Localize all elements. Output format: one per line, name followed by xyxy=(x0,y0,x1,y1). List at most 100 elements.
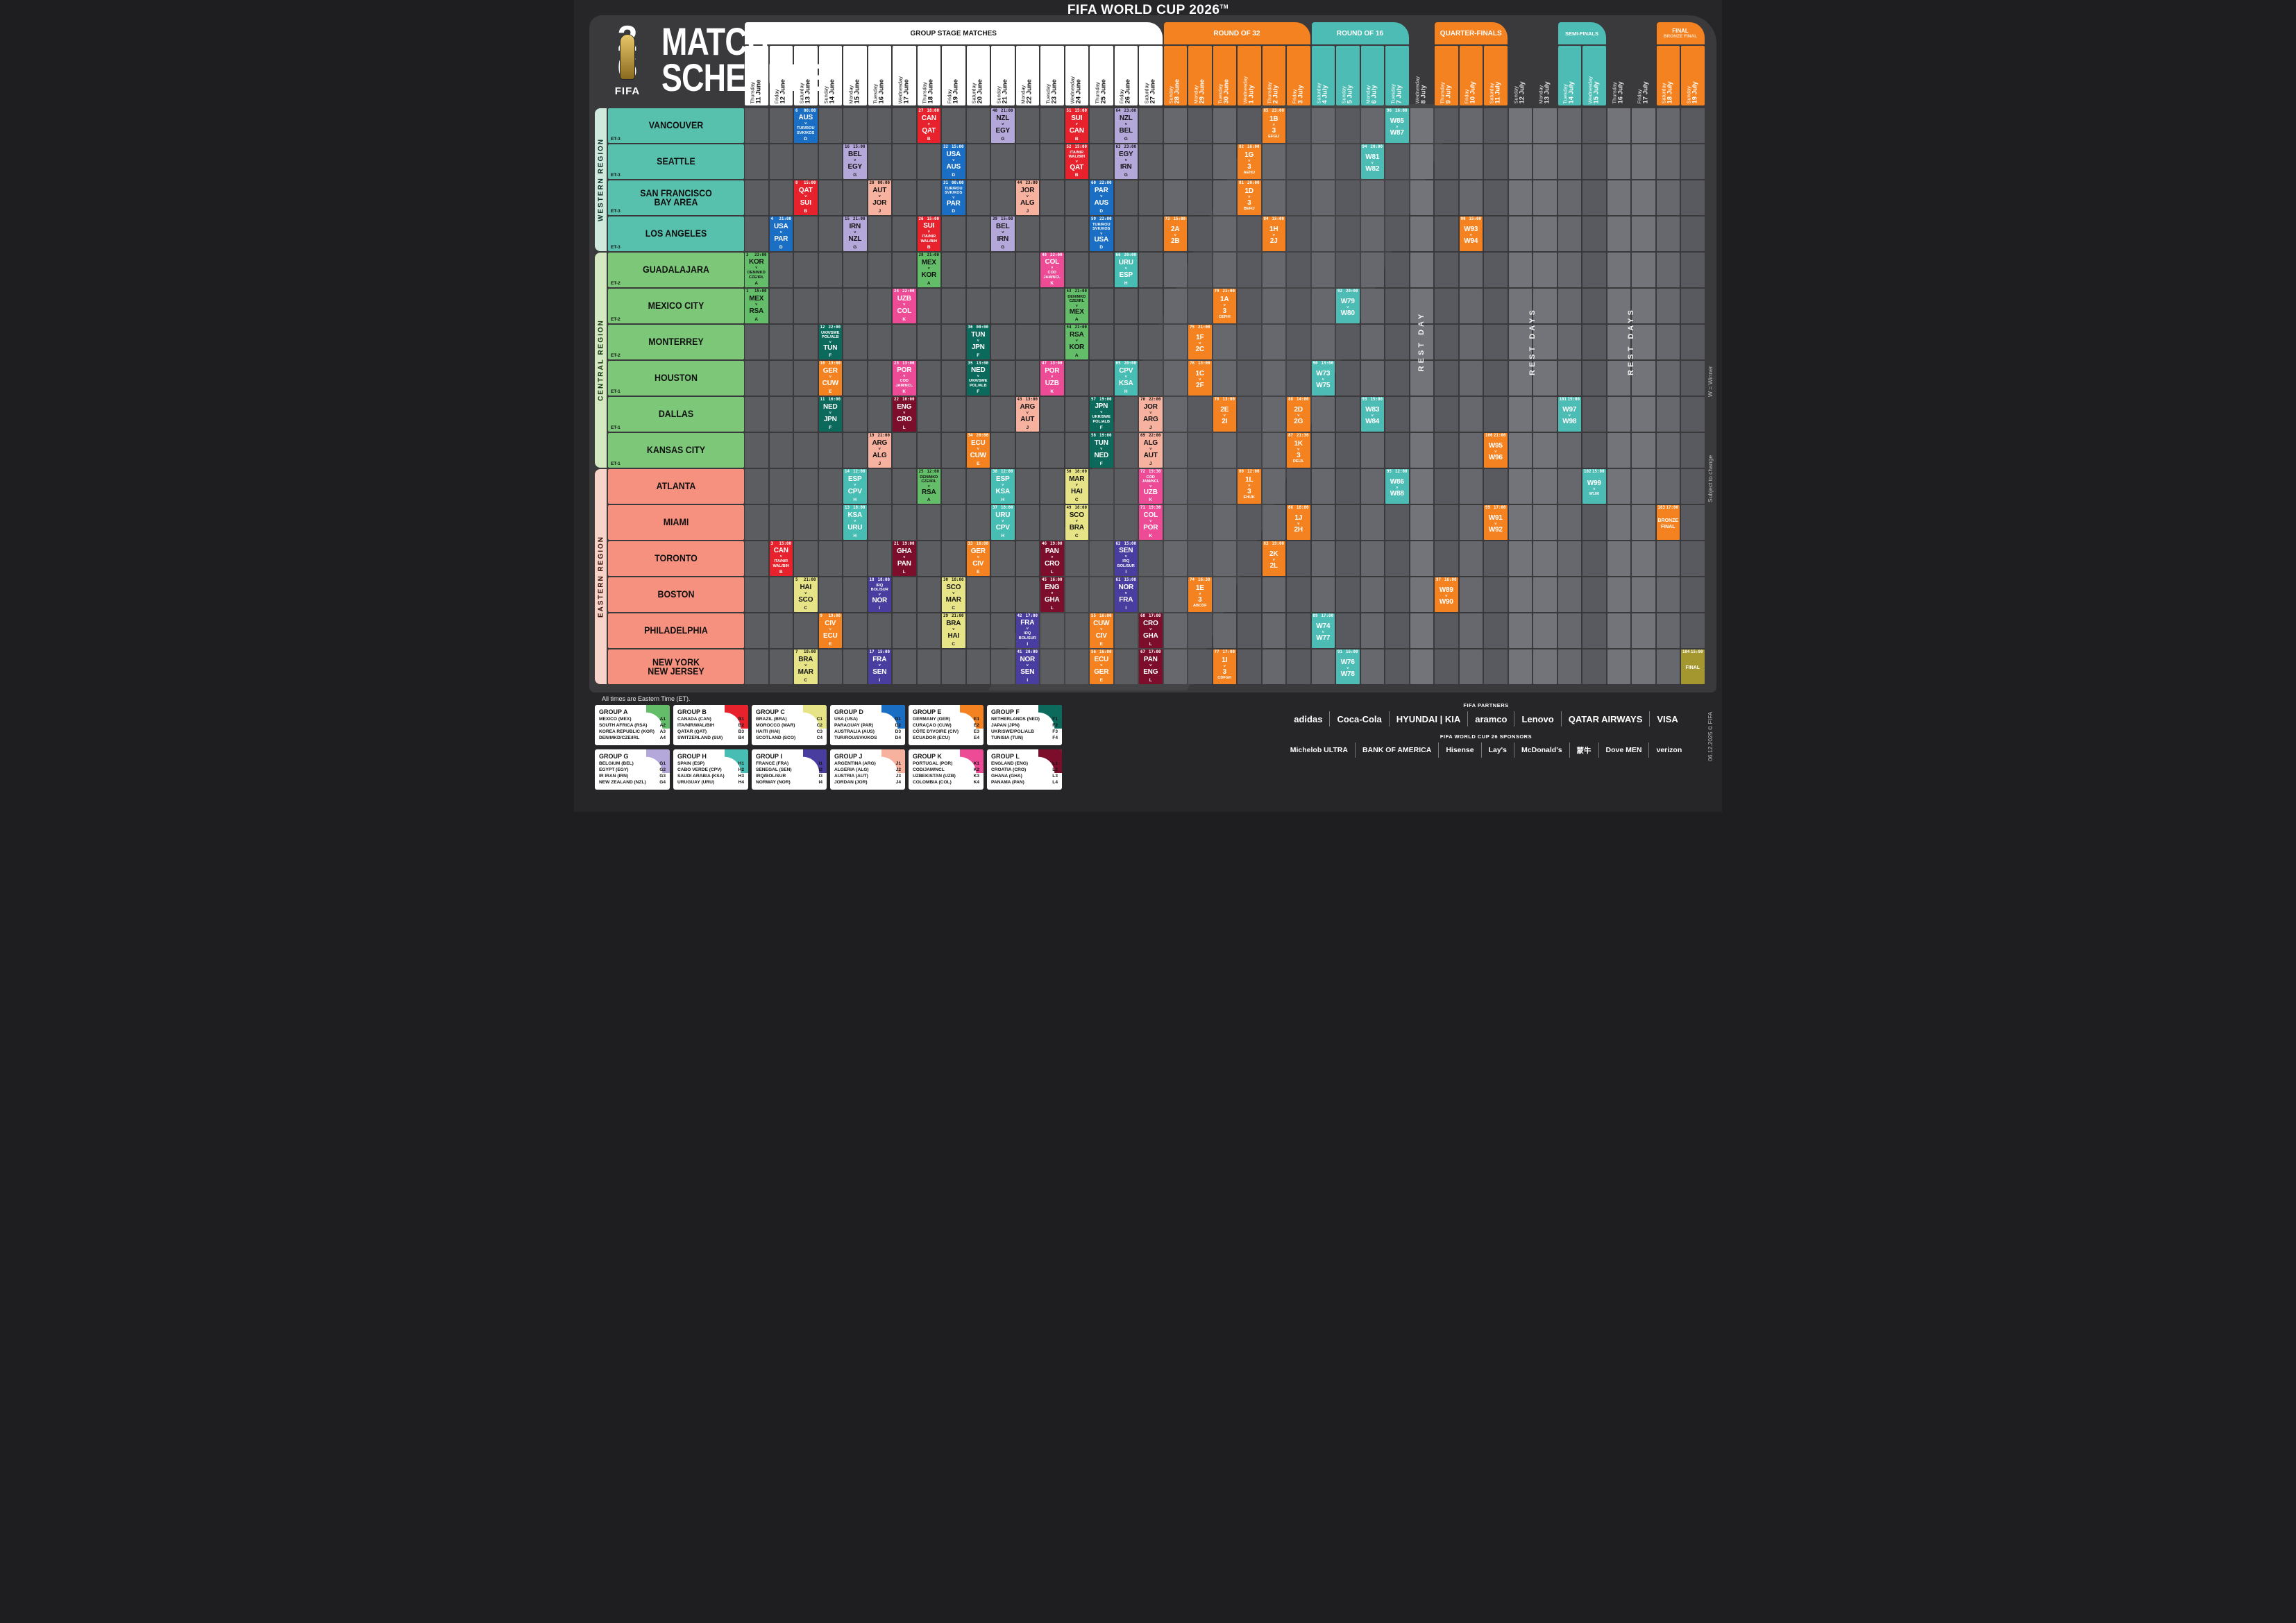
day-cell xyxy=(1263,325,1286,359)
day-cell xyxy=(1460,613,1483,648)
match-cell-7: 718:00BRAvMARC xyxy=(794,649,818,684)
legend-team-name: SCOTLAND (SCO) xyxy=(756,736,795,742)
versus-label: v xyxy=(1027,664,1029,668)
match-teams: DEN/MKD CZE/IRLvRSA xyxy=(918,474,940,498)
legend-group-j: GROUP JARGENTINA (ARG)J1ALGERIA (ALG)J2A… xyxy=(830,749,905,790)
team: KOR xyxy=(921,272,936,279)
team: MEX xyxy=(749,296,763,303)
day-cell xyxy=(1558,144,1582,179)
day-cell xyxy=(1263,469,1286,504)
day-cell xyxy=(1090,541,1113,576)
day-cell xyxy=(1164,180,1188,215)
group-letter: A xyxy=(1075,317,1079,322)
day-cell xyxy=(745,144,768,179)
group-letter: E xyxy=(1100,642,1103,647)
day-cell xyxy=(1287,325,1310,359)
legend-group-f: GROUP FNETHERLANDS (NED)F1JAPAN (JPN)F2U… xyxy=(987,705,1062,745)
day-cell xyxy=(819,108,843,143)
date-number: 19 July xyxy=(1692,47,1699,104)
legend-team-name: PANAMA (PAN) xyxy=(991,780,1024,786)
day-cell xyxy=(942,397,965,432)
timezone-note: All times are Eastern Time (ET). xyxy=(602,695,691,702)
city-timezone: ET-2 xyxy=(611,281,621,286)
day-cell xyxy=(1287,289,1310,323)
legend-team-name: SWITZERLAND (SUI) xyxy=(677,736,723,742)
day-cell xyxy=(1509,397,1533,432)
match-teams: W95vW96 xyxy=(1485,438,1507,466)
day-cell xyxy=(1090,469,1113,504)
legend-team-row: FRANCE (FRA)I1 xyxy=(756,761,822,767)
day-cell xyxy=(1213,505,1237,540)
day-cell xyxy=(1558,469,1582,504)
day-cell xyxy=(1460,397,1483,432)
city-label-los-angeles: LOS ANGELESET-3 xyxy=(608,216,744,251)
day-cell xyxy=(1065,613,1089,648)
team: AUS xyxy=(1094,200,1108,207)
legend-team-row: NEW ZEALAND (NZL)G4 xyxy=(599,780,666,786)
date-number: 16 July xyxy=(1618,47,1625,104)
day-cell xyxy=(1435,613,1458,648)
legend-team-row: CABO VERDE (CPV)H2 xyxy=(677,767,744,774)
date-number: 13 June xyxy=(805,47,812,104)
day-cell xyxy=(1263,397,1286,432)
day-cell xyxy=(1312,541,1335,576)
group-letter: L xyxy=(1149,678,1152,683)
day-cell xyxy=(1312,289,1335,323)
day-cell xyxy=(1533,577,1557,612)
day-cell xyxy=(1040,469,1064,504)
day-cell xyxy=(1188,144,1212,179)
day-cell xyxy=(868,505,892,540)
match-teams: UKR/SWE POL/ALBvTUN xyxy=(820,330,842,353)
group-letter: E xyxy=(829,389,832,394)
date-header-rotated: Wednesday8 July xyxy=(1410,47,1433,105)
day-cell xyxy=(1336,325,1360,359)
day-cell xyxy=(1385,289,1409,323)
date-header-18-July: Saturday18 July xyxy=(1657,46,1680,105)
match-cell-81: 8120:001Dv3BEFIJ xyxy=(1238,180,1261,215)
legend-team-row: UZBEKISTAN (UZB)K3 xyxy=(913,774,979,780)
region-label: WESTERN REGION xyxy=(597,138,605,221)
date-header-rotated: Thursday25 June xyxy=(1090,47,1113,105)
day-cell xyxy=(1509,649,1533,684)
match-cell-5: 521:00HAIvSCOC xyxy=(794,577,818,612)
versus-label: v xyxy=(879,593,881,597)
versus-label: v xyxy=(804,195,807,199)
date-header-rotated: Monday6 July xyxy=(1361,47,1384,105)
date-header-18-June: Thursday18 June xyxy=(918,46,941,105)
day-cell xyxy=(1681,361,1705,396)
team: BRA xyxy=(946,620,961,627)
day-cell xyxy=(1681,433,1705,468)
day-cell xyxy=(1607,397,1631,432)
day-cell xyxy=(1115,649,1138,684)
group-letter: F xyxy=(829,353,832,358)
day-cell xyxy=(1213,253,1237,287)
team: UKR/SWE POL/ALB xyxy=(1092,415,1111,424)
day-cell xyxy=(843,361,867,396)
day-cell xyxy=(1238,216,1261,251)
group-letter: L xyxy=(1051,570,1054,575)
match-teams: SENvIRQ BOL/SUR xyxy=(1115,546,1138,570)
match-teams: NEDvJPN xyxy=(820,402,842,425)
versus-label: v xyxy=(1051,266,1053,271)
day-cell xyxy=(1435,180,1458,215)
team: ITA/NIR WAL/BIH xyxy=(1068,151,1085,160)
group-letter: H xyxy=(1124,281,1128,286)
day-cell xyxy=(1115,325,1138,359)
legend-team-name: GHANA (GHA) xyxy=(991,774,1022,780)
day-cell xyxy=(1607,613,1631,648)
day-cell xyxy=(1385,577,1409,612)
separator xyxy=(1355,742,1356,758)
legend-team-name: EGYPT (EGY) xyxy=(599,767,629,774)
versus-label: v xyxy=(977,448,979,452)
legend-team-name: MEXICO (MEX) xyxy=(599,717,632,723)
legend-team-code: K3 xyxy=(974,774,979,780)
group-letter: H xyxy=(853,498,856,502)
rest-label-0: REST DAY xyxy=(1380,337,1463,346)
legend-group-b: GROUP BCANADA (CAN)B1ITA/NIR/WAL/BIHB2QA… xyxy=(673,705,748,745)
versus-label: v xyxy=(1224,304,1226,308)
team: SEN xyxy=(1020,669,1034,676)
legend-team-row: BELGIUM (BEL)G1 xyxy=(599,761,666,767)
day-cell xyxy=(1435,108,1458,143)
match-cell-85: 8523:001Bv3EFGIJ xyxy=(1263,108,1286,143)
team: W95 xyxy=(1489,443,1503,450)
